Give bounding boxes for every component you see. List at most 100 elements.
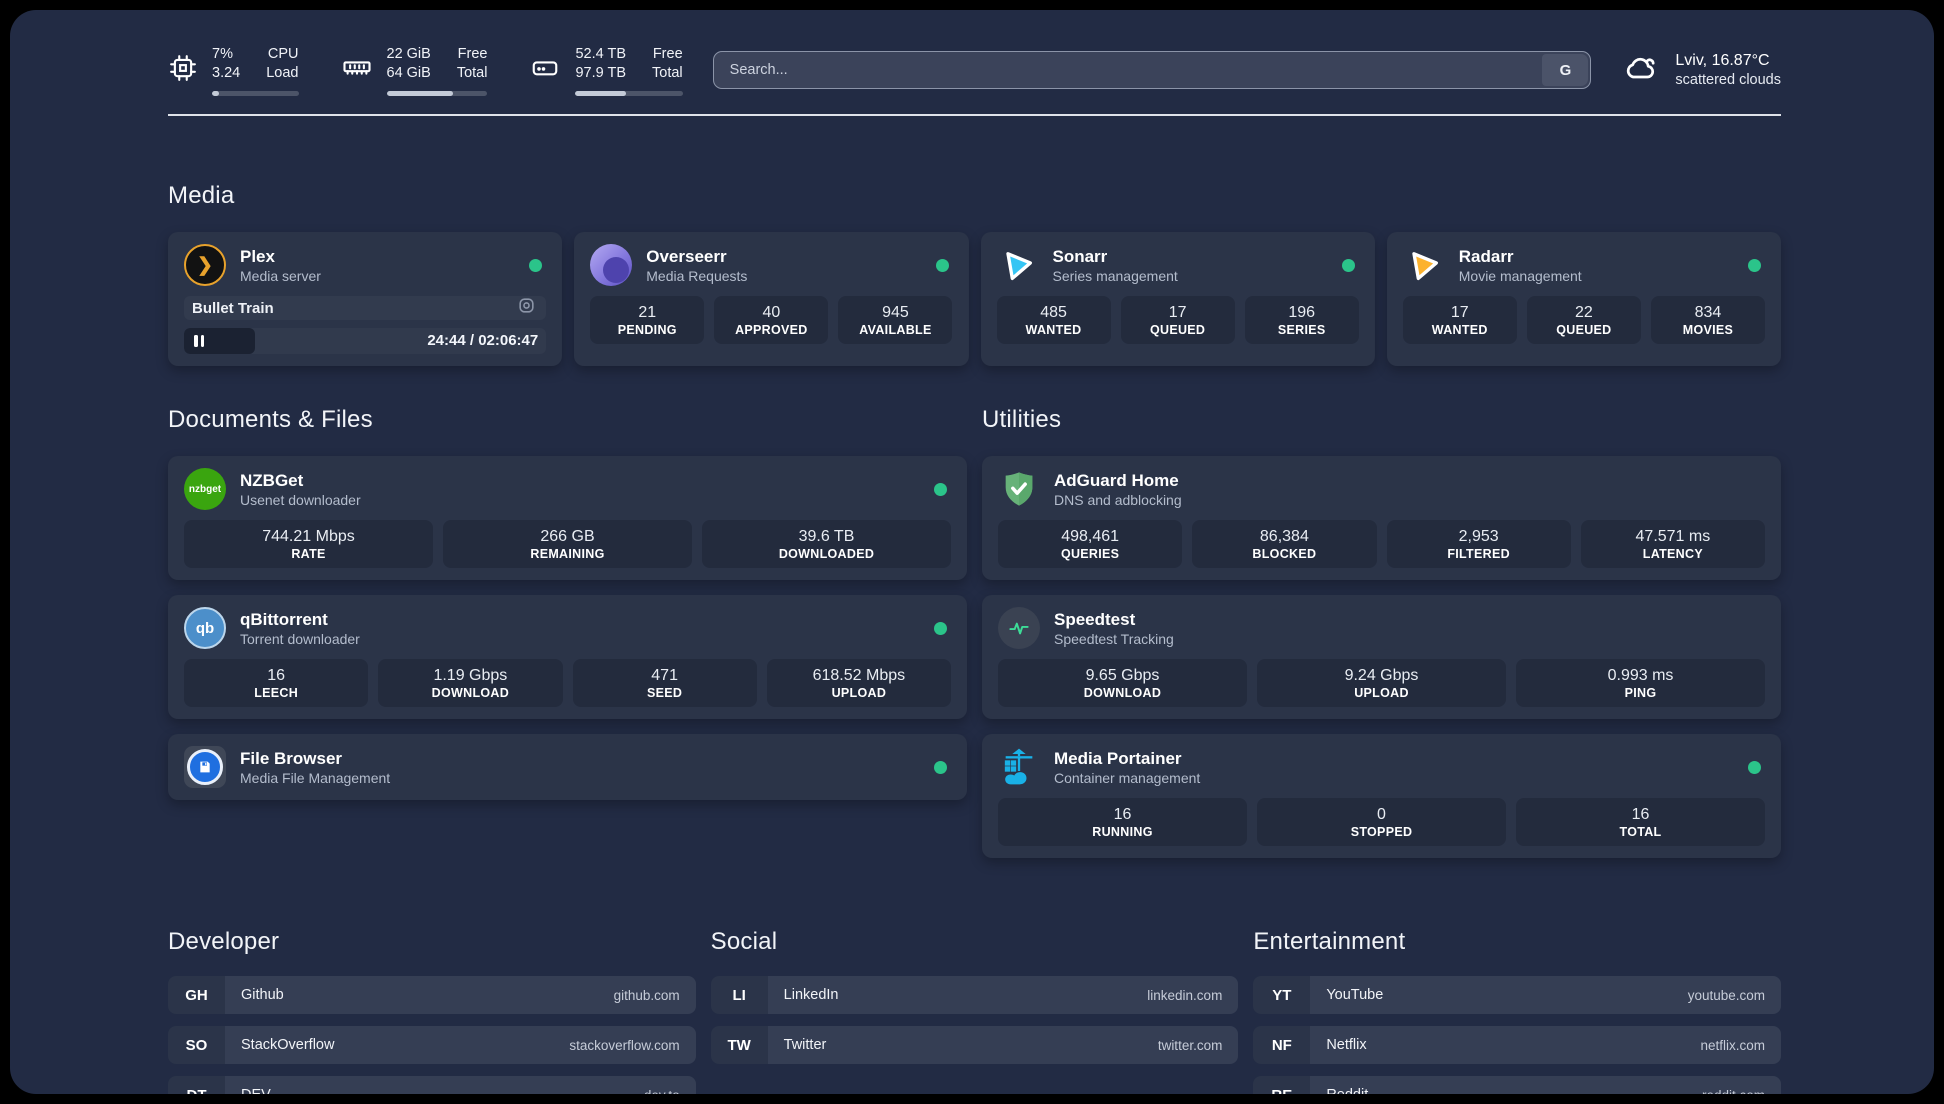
nzbget-card[interactable]: nzbget NZBGet Usenet downloader 744.21 M… <box>168 456 967 580</box>
stat-value: 744.21 Mbps <box>262 528 355 545</box>
cpu-progress-bar <box>212 90 299 96</box>
section-documents: Documents & Files nzbget NZBGet Usenet d… <box>168 406 967 858</box>
cloud-icon <box>1621 50 1661 91</box>
stat-label: LATENCY <box>1642 547 1703 561</box>
speedtest-card[interactable]: Speedtest Speedtest Tracking 9.65 Gbps D… <box>982 595 1781 719</box>
now-playing-icon <box>517 296 536 320</box>
stat-label: QUEUED <box>1149 323 1206 337</box>
bookmark-url: netflix.com <box>1700 1037 1765 1053</box>
overseerr-card[interactable]: Overseerr Media Requests 21 PENDING 40 A… <box>574 232 969 366</box>
stat-value: 196 <box>1288 304 1316 321</box>
section-title-social: Social <box>710 928 778 955</box>
qbittorrent-card[interactable]: qb qBittorrent Torrent downloader 16 LEE… <box>168 595 967 719</box>
bookmark-abbr: GH <box>168 976 225 1014</box>
disk-free-label: Free <box>652 45 683 62</box>
ram-free-label: Free <box>457 45 488 62</box>
app-desc: Container management <box>1054 769 1201 786</box>
system-stats: 7% 3.24 CPU Load 22 GiB 64 GiB Free Tota… <box>168 45 683 96</box>
bookmark-github[interactable]: GH Github github.com <box>168 976 696 1014</box>
disk-total-label: Total <box>652 64 683 81</box>
stat-label: LEECH <box>254 686 299 700</box>
stat-box: 22 QUEUED <box>1526 296 1641 344</box>
stat-value: 86,384 <box>1259 528 1309 545</box>
app-desc: Series management <box>1052 267 1178 284</box>
ram-total-label: Total <box>456 64 488 81</box>
app-name: AdGuard Home <box>1054 470 1179 490</box>
bookmark-url: youtube.com <box>1687 987 1765 1003</box>
app-name: Radarr <box>1458 246 1514 266</box>
stat-label: QUERIES <box>1060 547 1120 561</box>
plex-card[interactable]: ❯ Plex Media server Bullet Train 24:44 /… <box>168 232 563 366</box>
app-name: Plex <box>240 246 275 266</box>
weather-widget: Lviv, 16.87°C scattered clouds <box>1621 50 1781 91</box>
cpu-label: CPU <box>267 45 299 62</box>
bookmark-name: Netflix <box>1326 1037 1367 1053</box>
stat-label: PING <box>1624 686 1657 700</box>
search-input[interactable] <box>712 51 1592 89</box>
stat-label: QUEUED <box>1556 323 1612 337</box>
qbittorrent-icon: qb <box>184 607 226 649</box>
bookmark-abbr: NF <box>1253 1026 1311 1064</box>
cpu-percent: 7% <box>212 45 233 62</box>
filebrowser-card[interactable]: File Browser Media File Management <box>168 734 967 800</box>
now-playing-title: Bullet Train <box>192 299 274 317</box>
stat-box: 618.52 Mbps UPLOAD <box>766 659 951 707</box>
bookmark-twitter[interactable]: TW Twitter twitter.com <box>710 1026 1239 1064</box>
stat-value: 2,953 <box>1458 528 1499 545</box>
search-engine-button[interactable]: G <box>1542 54 1589 86</box>
sonarr-icon <box>997 244 1039 286</box>
app-name: File Browser <box>240 748 343 768</box>
overseerr-icon <box>590 244 633 286</box>
bookmark-reddit[interactable]: RE Reddit reddit.com <box>1253 1076 1781 1094</box>
search-bar: G <box>712 51 1592 89</box>
section-social: Social LI LinkedIn linkedin.com TW Twitt… <box>710 928 1239 1094</box>
section-media: Media ❯ Plex Media server Bullet Train 2… <box>168 182 1781 366</box>
disk-progress-bar <box>575 90 683 96</box>
stat-label: RATE <box>291 547 326 561</box>
app-name: Media Portainer <box>1054 748 1182 768</box>
bookmark-name: Twitter <box>783 1037 827 1053</box>
app-desc: Media Requests <box>646 267 748 284</box>
stat-label: DOWNLOADED <box>778 547 875 561</box>
bookmark-dev[interactable]: DT DEV dev.to <box>168 1076 696 1094</box>
stat-label: PENDING <box>617 323 677 337</box>
stat-value: 16 <box>267 667 286 684</box>
bookmark-name: LinkedIn <box>783 987 839 1003</box>
stat-box: 17 WANTED <box>1402 296 1517 344</box>
stat-box: 196 SERIES <box>1244 296 1359 344</box>
cpu-load-value: 3.24 <box>212 64 241 81</box>
adguard-card[interactable]: AdGuard Home DNS and adblocking 498,461 … <box>982 456 1781 580</box>
bookmark-youtube[interactable]: YT YouTube youtube.com <box>1253 976 1781 1014</box>
filebrowser-icon <box>184 746 226 788</box>
bookmark-stackoverflow[interactable]: SO StackOverflow stackoverflow.com <box>168 1026 696 1064</box>
stat-box: 945 AVAILABLE <box>838 296 953 344</box>
stat-value: 618.52 Mbps <box>812 667 906 684</box>
section-title-documents: Documents & Files <box>168 406 373 433</box>
bookmark-name: YouTube <box>1326 987 1384 1003</box>
portainer-card[interactable]: Media Portainer Container management 16 … <box>982 734 1781 858</box>
stat-box: 2,953 FILTERED <box>1386 520 1571 568</box>
stat-label: UPLOAD <box>831 686 887 700</box>
bookmark-netflix[interactable]: NF Netflix netflix.com <box>1253 1026 1781 1064</box>
stat-label: DOWNLOAD <box>431 686 510 700</box>
weather-location-temp: Lviv, 16.87°C <box>1675 52 1770 69</box>
stat-box: 0 STOPPED <box>1257 798 1506 846</box>
nzbget-icon: nzbget <box>184 468 226 510</box>
radarr-card[interactable]: Radarr Movie management 17 WANTED 22 QUE… <box>1386 232 1781 366</box>
bookmark-linkedin[interactable]: LI LinkedIn linkedin.com <box>710 976 1239 1014</box>
stat-label: WANTED <box>1431 323 1488 337</box>
stat-label: WANTED <box>1025 323 1082 337</box>
stat-box: 9.65 Gbps DOWNLOAD <box>998 659 1247 707</box>
stat-box: 40 APPROVED <box>714 296 829 344</box>
bookmark-url: stackoverflow.com <box>569 1037 680 1053</box>
stat-value: 498,461 <box>1061 528 1120 545</box>
stat-box: 266 GB REMAINING <box>443 520 692 568</box>
disk-free: 52.4 TB <box>575 45 627 62</box>
playback-progress[interactable]: 24:44 / 02:06:47 <box>184 328 546 354</box>
stat-box: 16 TOTAL <box>1516 798 1765 846</box>
plex-icon: ❯ <box>184 244 226 286</box>
app-desc: DNS and adblocking <box>1054 491 1182 508</box>
bookmark-abbr: DT <box>168 1076 225 1094</box>
sonarr-card[interactable]: Sonarr Series management 485 WANTED 17 Q… <box>980 232 1375 366</box>
pause-icon[interactable] <box>194 335 204 347</box>
